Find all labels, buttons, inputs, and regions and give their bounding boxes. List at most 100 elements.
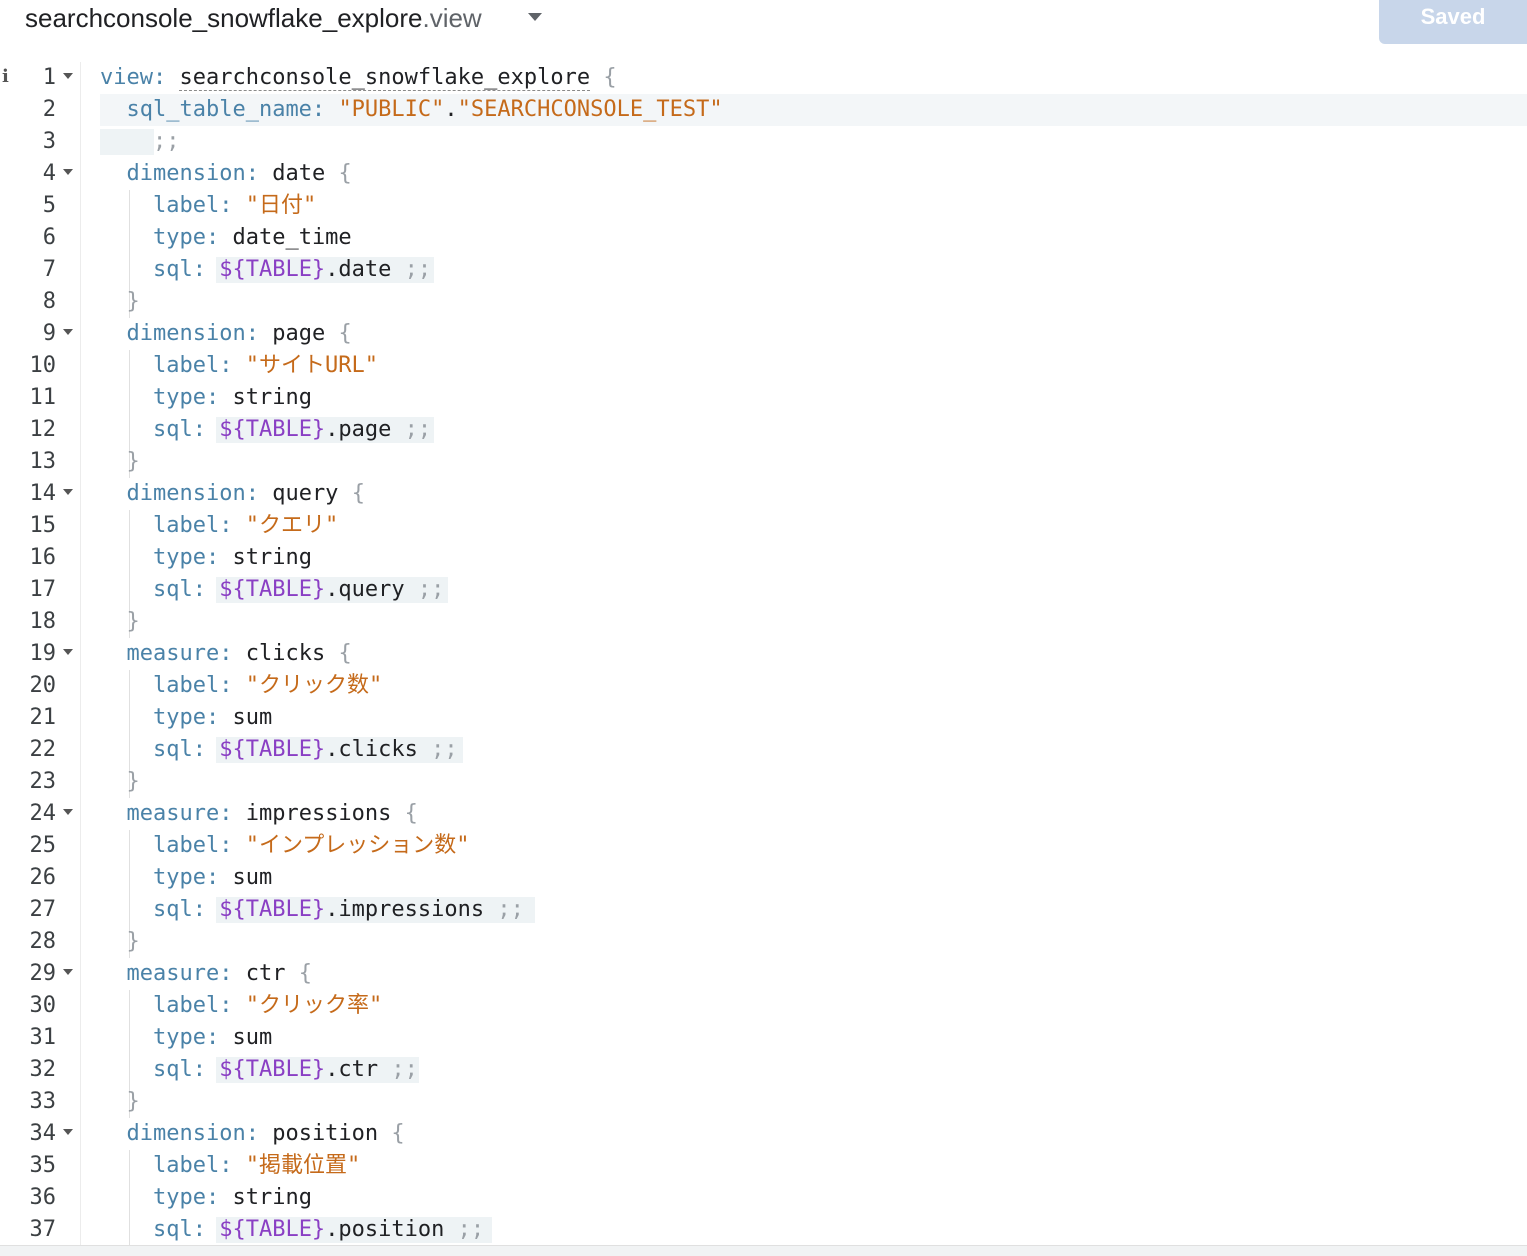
code-line[interactable]: 8 } (0, 286, 1527, 318)
line-number: 8 (42, 289, 56, 314)
code-line[interactable]: 32 sql: ${TABLE}.ctr ;; (0, 1054, 1527, 1086)
code-line[interactable]: 36 type: string (0, 1182, 1527, 1214)
line-number: 19 (29, 641, 57, 666)
code-line[interactable]: 26 type: sum (0, 862, 1527, 894)
code-line[interactable]: 22 sql: ${TABLE}.clicks ;; (0, 734, 1527, 766)
line-number: 1 (42, 65, 56, 90)
code-line[interactable]: 28 } (0, 926, 1527, 958)
fold-toggle-icon[interactable] (63, 969, 73, 975)
line-number: 17 (29, 577, 57, 602)
code-line[interactable]: 4 dimension: date { (0, 158, 1527, 190)
code-line[interactable]: 24 measure: impressions { (0, 798, 1527, 830)
code-line[interactable]: i 1 view: searchconsole_snowflake_explore … (0, 62, 1527, 94)
fold-toggle-icon[interactable] (63, 649, 73, 655)
code-text: label: "サイトURL" (100, 350, 378, 382)
brace: { (298, 961, 312, 986)
code-line[interactable]: 12 sql: ${TABLE}.page ;; (0, 414, 1527, 446)
type-key: type: (152, 705, 220, 730)
label-string: "インプレッション数" (245, 833, 470, 858)
code-line[interactable]: 18 } (0, 606, 1527, 638)
code-text: dimension: date { (100, 158, 352, 190)
line-number: 7 (42, 257, 56, 282)
file-name: searchconsole_snowflake_explore (25, 3, 423, 33)
code-line[interactable]: 2 sql_table_name: "PUBLIC"."SEARCHCONSOL… (0, 94, 1527, 126)
code-line[interactable]: 3 ;; (0, 126, 1527, 158)
code-line[interactable]: 27 sql: ${TABLE}.impressions ;; (0, 894, 1527, 926)
brace: { (351, 481, 365, 506)
fold-toggle-icon[interactable] (63, 809, 73, 815)
code-line[interactable]: 16 type: string (0, 542, 1527, 574)
code-line[interactable]: 34 dimension: position { (0, 1118, 1527, 1150)
terminator: ;; (417, 577, 445, 602)
sql-key: sql: (152, 417, 206, 442)
horizontal-scrollbar[interactable] (0, 1245, 1527, 1256)
line-number: 27 (29, 897, 57, 922)
column-name: .date (325, 257, 392, 282)
code-line[interactable]: 21 type: sum (0, 702, 1527, 734)
code-text: dimension: position { (100, 1118, 405, 1150)
code-line[interactable]: 15 label: "クエリ" (0, 510, 1527, 542)
code-text: label: "クリック率" (100, 990, 382, 1022)
line-number: 32 (29, 1057, 57, 1082)
code-line[interactable]: 30 label: "クリック率" (0, 990, 1527, 1022)
terminator: ;; (391, 1057, 418, 1082)
code-line[interactable]: 5 label: "日付" (0, 190, 1527, 222)
code-line[interactable]: 10 label: "サイトURL" (0, 350, 1527, 382)
code-text: sql: ${TABLE}.clicks ;; (100, 734, 458, 766)
type-value: date_time (232, 225, 352, 250)
code-line[interactable]: 37 sql: ${TABLE}.position ;; (0, 1214, 1527, 1245)
line-number: 6 (42, 225, 56, 250)
type-key: type: (152, 225, 220, 250)
code-line[interactable]: 13 } (0, 446, 1527, 478)
fold-toggle-icon[interactable] (63, 489, 73, 495)
sql-key: sql: (152, 1057, 206, 1082)
fold-toggle-icon[interactable] (63, 73, 73, 79)
code-line[interactable]: 20 label: "クリック数" (0, 670, 1527, 702)
code-line[interactable]: 23 } (0, 766, 1527, 798)
fold-toggle-icon[interactable] (63, 169, 73, 175)
editor-header: searchconsole_snowflake_explore.view Sav… (0, 0, 1527, 50)
code-text: } (100, 926, 140, 958)
code-line[interactable]: 17 sql: ${TABLE}.query ;; (0, 574, 1527, 606)
column-name: .clicks (325, 737, 418, 762)
fold-toggle-icon[interactable] (63, 1129, 73, 1135)
code-line[interactable]: 29 measure: ctr { (0, 958, 1527, 990)
code-text: sql: ${TABLE}.impressions ;; (100, 894, 524, 926)
line-number: 3 (42, 129, 56, 154)
code-line[interactable]: 9 dimension: page { (0, 318, 1527, 350)
field-name: position (272, 1121, 379, 1146)
label-key: label: (152, 513, 233, 538)
brace: } (126, 289, 140, 314)
code-text: sql: ${TABLE}.ctr ;; (100, 1054, 418, 1086)
code-editor[interactable]: i 1 view: searchconsole_snowflake_explore … (0, 62, 1527, 1245)
type-value: string (232, 545, 312, 570)
label-string: "掲載位置" (245, 1153, 361, 1178)
code-line[interactable]: 33 } (0, 1086, 1527, 1118)
code-text: measure: ctr { (100, 958, 312, 990)
line-number: 2 (42, 97, 56, 122)
table-ref: ${TABLE} (219, 257, 326, 282)
line-number: 35 (29, 1153, 57, 1178)
terminator: ;; (404, 417, 432, 442)
column-name: .page (325, 417, 392, 442)
brace: { (338, 321, 352, 346)
code-line[interactable]: 25 label: "インプレッション数" (0, 830, 1527, 862)
table-ref: ${TABLE} (219, 1057, 326, 1082)
code-line[interactable]: 6 type: date_time (0, 222, 1527, 254)
code-line[interactable]: 35 label: "掲載位置" (0, 1150, 1527, 1182)
code-line[interactable]: 31 type: sum (0, 1022, 1527, 1054)
code-line[interactable]: 7 sql: ${TABLE}.date ;; (0, 254, 1527, 286)
type-value: sum (232, 865, 273, 890)
type-value: sum (232, 1025, 273, 1050)
chevron-down-icon[interactable] (528, 13, 542, 21)
terminator: ;; (152, 129, 180, 154)
file-title[interactable]: searchconsole_snowflake_explore.view (25, 2, 482, 34)
code-line[interactable]: 19 measure: clicks { (0, 638, 1527, 670)
code-line[interactable]: 14 dimension: query { (0, 478, 1527, 510)
code-line[interactable]: 11 type: string (0, 382, 1527, 414)
fold-toggle-icon[interactable] (63, 329, 73, 335)
code-text: sql: ${TABLE}.date ;; (100, 254, 431, 286)
code-text: measure: clicks { (100, 638, 352, 670)
brace: { (404, 801, 418, 826)
type-value: string (232, 385, 312, 410)
